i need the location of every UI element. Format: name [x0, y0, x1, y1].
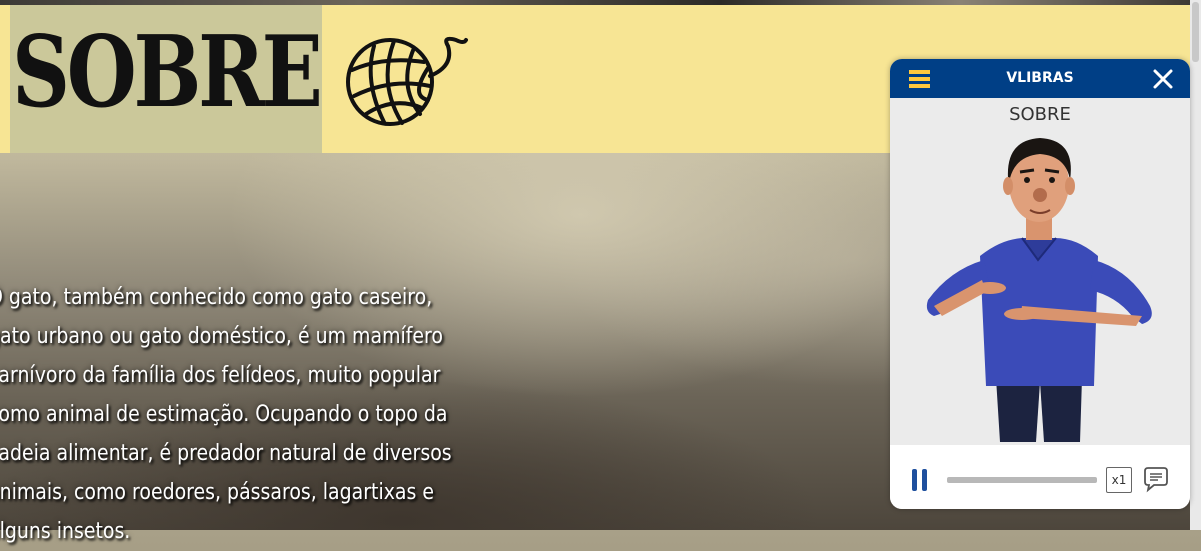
article-line: alguns insetos.	[0, 519, 131, 544]
page-scrollbar[interactable]	[1190, 0, 1201, 530]
article-line: gato urbano ou gato doméstico, é um mamí…	[0, 324, 444, 349]
progress-bar[interactable]	[947, 477, 1097, 483]
pause-icon[interactable]	[912, 469, 930, 491]
vlibras-stage: SOBRE	[890, 98, 1190, 445]
speed-button[interactable]: x1	[1106, 467, 1132, 493]
article-line: como animal de estimação. Ocupando o top…	[0, 402, 448, 427]
close-icon[interactable]	[1152, 68, 1174, 90]
article-line: cadeia alimentar, é predador natural de …	[0, 441, 452, 466]
page-title: SOBRE	[12, 15, 323, 130]
sign-language-avatar	[926, 138, 1152, 442]
vlibras-header: VLIBRAS	[890, 59, 1190, 98]
article-line: animais, como roedores, pássaros, lagart…	[0, 480, 435, 505]
article-line: carnívoro da família dos felídeos, muito…	[0, 363, 441, 388]
vlibras-controls: x1	[890, 445, 1190, 509]
article-line: O gato, também conhecido como gato casei…	[0, 285, 433, 310]
menu-icon[interactable]	[909, 70, 930, 88]
subtitles-icon[interactable]	[1142, 465, 1170, 493]
yarn-ball-icon	[346, 36, 468, 126]
article-text: O gato, também conhecido como gato casei…	[0, 278, 504, 551]
vlibras-title: VLIBRAS	[1006, 70, 1074, 86]
vlibras-widget: VLIBRAS SOBRE x1	[890, 59, 1190, 509]
